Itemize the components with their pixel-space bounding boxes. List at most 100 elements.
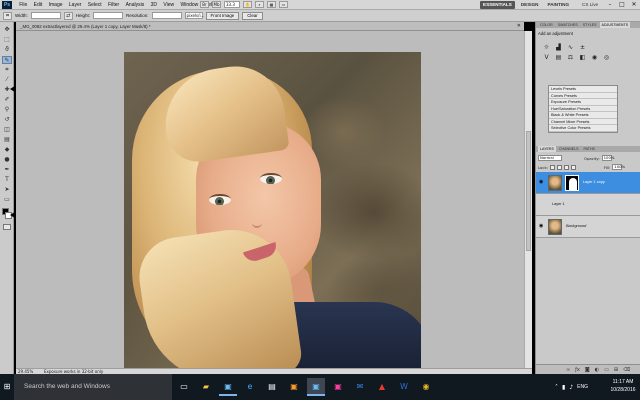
hue-saturation-icon[interactable]: ▤ <box>554 54 563 62</box>
tab-adjustments[interactable]: ADJUSTMENTS <box>599 22 631 28</box>
quick-mask-icon[interactable] <box>3 224 11 230</box>
chrome-icon[interactable]: ◉ <box>417 378 435 396</box>
dodge-tool-icon[interactable]: ● <box>2 156 12 164</box>
layer-row-layer-1-copy[interactable]: ◉ Layer 1 copy <box>536 172 640 194</box>
black-white-icon[interactable]: ◧ <box>578 54 587 62</box>
minimize-icon[interactable]: – <box>604 0 616 10</box>
quick-selection-tool-icon[interactable]: ✎ <box>2 56 12 64</box>
menu-image[interactable]: Image <box>45 0 65 10</box>
tab-swatches[interactable]: SWATCHES <box>556 22 580 28</box>
outlook-icon[interactable]: ✉ <box>351 378 369 396</box>
path-selection-tool-icon[interactable]: ➤ <box>2 186 12 194</box>
visibility-eye-icon[interactable]: ◉ <box>539 223 543 229</box>
zoom-tool-icon[interactable]: ⌕ <box>255 1 264 8</box>
eraser-tool-icon[interactable]: ◫ <box>2 126 12 134</box>
visibility-eye-icon[interactable]: ◉ <box>539 179 543 185</box>
gradient-tool-icon[interactable]: ▤ <box>2 136 12 144</box>
link-layers-icon[interactable]: ∞ <box>566 367 570 373</box>
indesign-icon[interactable]: ▣ <box>329 378 347 396</box>
new-layer-icon[interactable]: ⊞ <box>614 367 618 373</box>
zoom-level-select[interactable]: 33.3 <box>224 1 240 8</box>
menu-view[interactable]: View <box>160 0 177 10</box>
fill-field[interactable]: 100% <box>612 164 625 170</box>
menu-file[interactable]: File <box>16 0 30 10</box>
menu-edit[interactable]: Edit <box>30 0 45 10</box>
vibrance-icon[interactable]: V <box>542 54 551 62</box>
eyedropper-tool-icon[interactable]: ⁄ <box>2 76 12 84</box>
new-adjustment-layer-icon[interactable]: ◐ <box>595 367 599 373</box>
workspace-painting[interactable]: PAINTING <box>544 1 572 9</box>
tab-layers[interactable]: LAYERS <box>538 146 556 152</box>
acrobat-icon[interactable]: ▲ <box>373 378 391 396</box>
clear-button[interactable]: Clear <box>242 11 263 20</box>
menu-window[interactable]: Window <box>177 0 201 10</box>
color-balance-icon[interactable]: ⚖ <box>566 54 575 62</box>
levels-icon[interactable]: ▟ <box>554 44 563 52</box>
file-explorer-icon[interactable]: ▰ <box>197 378 215 396</box>
crop-tool-preset-icon[interactable]: ⌗ <box>3 11 12 20</box>
menu-filter[interactable]: Filter <box>105 0 123 10</box>
screen-mode-icon[interactable]: ▭ <box>279 1 288 8</box>
layer-mask-thumbnail[interactable] <box>565 175 579 191</box>
move-tool-icon[interactable]: ✥ <box>2 26 12 34</box>
exposure-icon[interactable]: ± <box>578 44 587 52</box>
resolution-field[interactable] <box>151 12 182 19</box>
swap-dimensions-icon[interactable]: ⇄ <box>63 11 73 20</box>
task-view-icon[interactable]: ▭ <box>175 378 193 396</box>
photoshop-taskbar-icon[interactable]: ▣ <box>219 378 237 396</box>
add-mask-icon[interactable]: ◙ <box>585 367 590 373</box>
curves-icon[interactable]: ∿ <box>566 44 575 52</box>
menu-layer[interactable]: Layer <box>66 0 85 10</box>
brush-tool-icon[interactable]: ✐ <box>2 96 12 104</box>
portrait-photo[interactable] <box>124 52 421 374</box>
channel-mixer-icon[interactable]: ◎ <box>602 54 611 62</box>
menu-select[interactable]: Select <box>85 0 105 10</box>
resolution-units-select[interactable]: pixels/i... <box>184 12 204 19</box>
tab-styles[interactable]: STYLES <box>581 22 599 28</box>
pen-tool-icon[interactable]: ✒ <box>2 166 12 174</box>
close-document-icon[interactable]: ✕ <box>517 22 521 31</box>
shape-tool-icon[interactable]: ▭ <box>2 196 12 204</box>
edge-icon[interactable]: e <box>241 378 259 396</box>
tab-color[interactable]: COLOR <box>538 22 555 28</box>
layer-style-icon[interactable]: ƒx <box>575 367 580 373</box>
menu-3d[interactable]: 3D <box>147 0 160 10</box>
maximize-icon[interactable]: □ <box>616 0 628 10</box>
workspace-design[interactable]: DESIGN <box>518 1 542 9</box>
network-icon[interactable]: ▮ <box>562 384 565 391</box>
document-tab[interactable]: _MG_0082 extractlayered @ 29.4% (Layer 1… <box>16 22 524 31</box>
taskbar-search-input[interactable]: Search the web and Windows <box>14 374 172 400</box>
mini-bridge-icon[interactable]: Mb <box>212 1 221 8</box>
preset-selective-color[interactable]: Selective Color Presets <box>549 125 617 132</box>
close-icon[interactable]: ✕ <box>628 0 640 10</box>
lock-position-icon[interactable] <box>563 164 569 170</box>
hand-tool-icon[interactable]: ✋ <box>243 1 252 8</box>
bridge-icon[interactable]: Br <box>200 1 209 8</box>
word-icon[interactable]: W <box>395 378 413 396</box>
opacity-field[interactable]: 100% <box>601 155 614 161</box>
scrollbar-thumb[interactable] <box>526 131 531 251</box>
vertical-scrollbar[interactable] <box>524 31 532 368</box>
tab-paths[interactable]: PATHS <box>582 146 597 152</box>
blend-mode-select[interactable]: Normal <box>538 155 562 161</box>
type-tool-icon[interactable]: T <box>2 176 12 184</box>
layer-row-layer-1[interactable]: ◉ Layer 1 <box>536 194 640 216</box>
delete-layer-icon[interactable]: ⌫ <box>623 367 630 373</box>
height-field[interactable] <box>93 12 124 19</box>
crop-tool-icon[interactable]: ⌗ <box>2 66 12 74</box>
photo-filter-icon[interactable]: ◉ <box>590 54 599 62</box>
lock-all-icon[interactable] <box>570 164 576 170</box>
lock-pixels-icon[interactable] <box>556 164 562 170</box>
history-brush-tool-icon[interactable]: ↺ <box>2 116 12 124</box>
input-language[interactable]: ENG <box>577 384 588 390</box>
cs-live-button[interactable]: CS Live <box>582 0 598 10</box>
clone-stamp-tool-icon[interactable]: ⚲ <box>2 106 12 114</box>
arrange-documents-icon[interactable]: ▦ <box>267 1 276 8</box>
windows-start-icon[interactable]: ⊞ <box>0 374 14 400</box>
front-image-button[interactable]: Front Image <box>205 11 240 20</box>
lock-transparency-icon[interactable] <box>549 164 555 170</box>
lasso-tool-icon[interactable]: ϑ <box>2 46 12 54</box>
width-field[interactable] <box>30 12 61 19</box>
new-group-icon[interactable]: ▭ <box>604 367 609 373</box>
brightness-contrast-icon[interactable]: ☼ <box>542 44 551 52</box>
